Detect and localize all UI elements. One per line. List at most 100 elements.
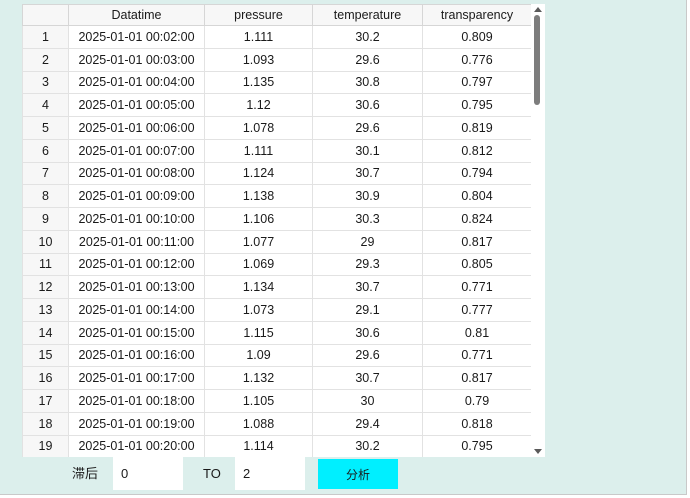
- cell-pressure[interactable]: 1.105: [204, 389, 313, 413]
- cell-temperature[interactable]: 30.2: [312, 25, 423, 49]
- cell-index[interactable]: 2: [22, 47, 69, 72]
- cell-transparency[interactable]: 0.794: [422, 161, 532, 186]
- arrow-up-icon[interactable]: [534, 7, 542, 12]
- cell-pressure[interactable]: 1.138: [204, 184, 313, 208]
- cell-transparency[interactable]: 0.805: [422, 252, 532, 277]
- table-row[interactable]: 19 2025-01-01 00:20:00 1.114 30.2 0.795: [22, 434, 532, 457]
- table-row[interactable]: 8 2025-01-01 00:09:00 1.138 30.9 0.804: [22, 184, 532, 208]
- cell-datatime[interactable]: 2025-01-01 00:10:00: [68, 207, 205, 231]
- cell-pressure[interactable]: 1.111: [204, 138, 313, 163]
- cell-index[interactable]: 6: [22, 138, 69, 163]
- cell-temperature[interactable]: 30.1: [312, 138, 423, 163]
- cell-transparency[interactable]: 0.804: [422, 184, 532, 208]
- cell-datatime[interactable]: 2025-01-01 00:04:00: [68, 70, 205, 95]
- cell-index[interactable]: 5: [22, 116, 69, 140]
- cell-temperature[interactable]: 29.6: [312, 116, 423, 140]
- cell-temperature[interactable]: 30.6: [312, 93, 423, 117]
- cell-datatime[interactable]: 2025-01-01 00:08:00: [68, 161, 205, 186]
- table-row[interactable]: 13 2025-01-01 00:14:00 1.073 29.1 0.777: [22, 298, 532, 322]
- cell-transparency[interactable]: 0.824: [422, 207, 532, 231]
- table-row[interactable]: 1 2025-01-01 00:02:00 1.111 30.2 0.809: [22, 25, 532, 49]
- cell-datatime[interactable]: 2025-01-01 00:06:00: [68, 116, 205, 140]
- lag-from-input[interactable]: [113, 457, 183, 490]
- cell-pressure[interactable]: 1.134: [204, 275, 313, 299]
- cell-transparency[interactable]: 0.819: [422, 116, 532, 140]
- cell-datatime[interactable]: 2025-01-01 00:09:00: [68, 184, 205, 208]
- cell-transparency[interactable]: 0.809: [422, 25, 532, 49]
- cell-index[interactable]: 8: [22, 184, 69, 208]
- arrow-down-icon[interactable]: [534, 449, 542, 454]
- header-cell-transparency[interactable]: transparency: [422, 4, 532, 26]
- cell-temperature[interactable]: 30.7: [312, 366, 423, 390]
- cell-datatime[interactable]: 2025-01-01 00:16:00: [68, 343, 205, 368]
- cell-temperature[interactable]: 29.4: [312, 411, 423, 436]
- cell-transparency[interactable]: 0.795: [422, 93, 532, 117]
- cell-transparency[interactable]: 0.776: [422, 47, 532, 72]
- scrollbar-thumb[interactable]: [534, 15, 540, 105]
- cell-index[interactable]: 3: [22, 70, 69, 95]
- cell-temperature[interactable]: 30: [312, 389, 423, 413]
- table-row[interactable]: 5 2025-01-01 00:06:00 1.078 29.6 0.819: [22, 116, 532, 140]
- table-row[interactable]: 3 2025-01-01 00:04:00 1.135 30.8 0.797: [22, 70, 532, 95]
- cell-temperature[interactable]: 30.8: [312, 70, 423, 95]
- cell-index[interactable]: 12: [22, 275, 69, 299]
- cell-pressure[interactable]: 1.078: [204, 116, 313, 140]
- table-row[interactable]: 17 2025-01-01 00:18:00 1.105 30 0.79: [22, 389, 532, 413]
- cell-datatime[interactable]: 2025-01-01 00:15:00: [68, 320, 205, 345]
- cell-pressure[interactable]: 1.132: [204, 366, 313, 390]
- header-cell-pressure[interactable]: pressure: [204, 4, 313, 26]
- cell-temperature[interactable]: 30.7: [312, 161, 423, 186]
- cell-temperature[interactable]: 29.1: [312, 298, 423, 322]
- cell-datatime[interactable]: 2025-01-01 00:20:00: [68, 434, 205, 457]
- cell-datatime[interactable]: 2025-01-01 00:13:00: [68, 275, 205, 299]
- cell-index[interactable]: 17: [22, 389, 69, 413]
- cell-datatime[interactable]: 2025-01-01 00:11:00: [68, 229, 205, 254]
- cell-index[interactable]: 14: [22, 320, 69, 345]
- cell-temperature[interactable]: 30.7: [312, 275, 423, 299]
- cell-pressure[interactable]: 1.12: [204, 93, 313, 117]
- cell-transparency[interactable]: 0.771: [422, 343, 532, 368]
- cell-temperature[interactable]: 30.9: [312, 184, 423, 208]
- table-row[interactable]: 14 2025-01-01 00:15:00 1.115 30.6 0.81: [22, 320, 532, 345]
- cell-transparency[interactable]: 0.81: [422, 320, 532, 345]
- vertical-scrollbar[interactable]: [531, 4, 545, 457]
- cell-datatime[interactable]: 2025-01-01 00:12:00: [68, 252, 205, 277]
- cell-temperature[interactable]: 29.3: [312, 252, 423, 277]
- table-row[interactable]: 10 2025-01-01 00:11:00 1.077 29 0.817: [22, 229, 532, 254]
- cell-pressure[interactable]: 1.114: [204, 434, 313, 457]
- cell-temperature[interactable]: 30.2: [312, 434, 423, 457]
- cell-transparency[interactable]: 0.795: [422, 434, 532, 457]
- cell-pressure[interactable]: 1.135: [204, 70, 313, 95]
- cell-transparency[interactable]: 0.797: [422, 70, 532, 95]
- cell-transparency[interactable]: 0.812: [422, 138, 532, 163]
- cell-temperature[interactable]: 30.6: [312, 320, 423, 345]
- cell-index[interactable]: 13: [22, 298, 69, 322]
- cell-transparency[interactable]: 0.777: [422, 298, 532, 322]
- cell-pressure[interactable]: 1.077: [204, 229, 313, 254]
- cell-temperature[interactable]: 30.3: [312, 207, 423, 231]
- table-row[interactable]: 2 2025-01-01 00:03:00 1.093 29.6 0.776: [22, 47, 532, 72]
- cell-datatime[interactable]: 2025-01-01 00:02:00: [68, 25, 205, 49]
- cell-datatime[interactable]: 2025-01-01 00:17:00: [68, 366, 205, 390]
- cell-transparency[interactable]: 0.818: [422, 411, 532, 436]
- table-row[interactable]: 6 2025-01-01 00:07:00 1.111 30.1 0.812: [22, 138, 532, 163]
- cell-transparency[interactable]: 0.771: [422, 275, 532, 299]
- cell-pressure[interactable]: 1.115: [204, 320, 313, 345]
- cell-index[interactable]: 11: [22, 252, 69, 277]
- table-row[interactable]: 11 2025-01-01 00:12:00 1.069 29.3 0.805: [22, 252, 532, 277]
- cell-index[interactable]: 7: [22, 161, 69, 186]
- table-row[interactable]: 4 2025-01-01 00:05:00 1.12 30.6 0.795: [22, 93, 532, 117]
- cell-pressure[interactable]: 1.09: [204, 343, 313, 368]
- table-row[interactable]: 16 2025-01-01 00:17:00 1.132 30.7 0.817: [22, 366, 532, 390]
- cell-index[interactable]: 10: [22, 229, 69, 254]
- data-grid[interactable]: Datatime pressure temperature transparen…: [22, 4, 545, 457]
- header-cell-datatime[interactable]: Datatime: [68, 4, 205, 26]
- cell-pressure[interactable]: 1.111: [204, 25, 313, 49]
- cell-index[interactable]: 18: [22, 411, 69, 436]
- cell-datatime[interactable]: 2025-01-01 00:03:00: [68, 47, 205, 72]
- cell-pressure[interactable]: 1.069: [204, 252, 313, 277]
- cell-pressure[interactable]: 1.073: [204, 298, 313, 322]
- cell-index[interactable]: 1: [22, 25, 69, 49]
- analyze-button[interactable]: 分析: [318, 459, 398, 489]
- table-row[interactable]: 18 2025-01-01 00:19:00 1.088 29.4 0.818: [22, 411, 532, 436]
